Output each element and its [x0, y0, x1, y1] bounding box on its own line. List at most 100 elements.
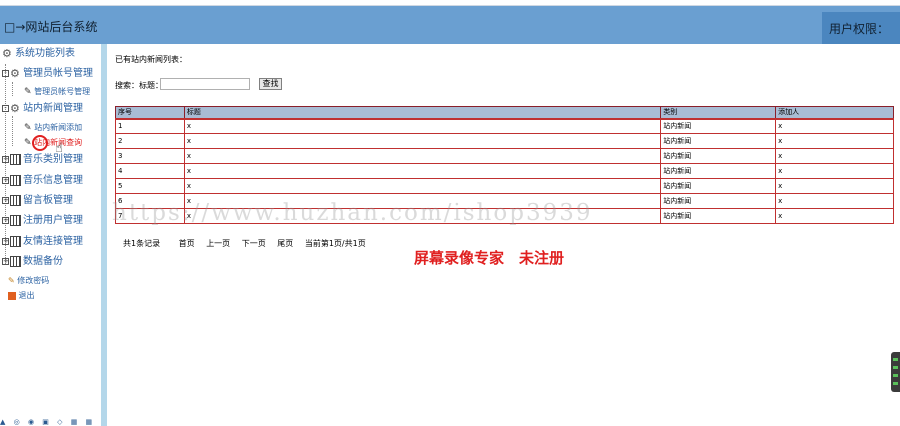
main-content: 已有站内新闻列表： 搜索：标题： 查找 序号 标题 类别 添加人 1 x 站内新…: [107, 44, 900, 426]
table-cell: 站内新闻: [660, 133, 777, 149]
table-row[interactable]: 5 x 站内新闻 x: [115, 178, 894, 194]
mouse-cursor-icon: ☝: [55, 141, 63, 156]
list-title: 已有站内新闻列表：: [115, 55, 187, 64]
calendar-icon: [10, 194, 21, 206]
search-input[interactable]: [160, 78, 250, 90]
table-row[interactable]: 3 x 站内新闻 x: [115, 148, 894, 164]
table-cell[interactable]: x: [183, 193, 662, 209]
sidebar-group-label: 管理员帐号管理: [23, 68, 94, 79]
tree-line: [12, 116, 13, 146]
recorder-registration-notice: 屏幕录像专家 未注册: [414, 249, 565, 267]
table-cell: 6: [115, 193, 185, 209]
indicator-icon: [893, 358, 898, 361]
sidebar-root: ⚙ 系统功能列表: [2, 44, 75, 60]
sidebar-group-music-info[interactable]: + 音乐信息管理: [2, 171, 83, 186]
table-cell[interactable]: x: [183, 208, 662, 224]
table-row[interactable]: 6 x 站内新闻 x: [115, 193, 894, 209]
column-header: 添加人: [775, 106, 894, 119]
sidebar-group-label: 友情连接管理: [23, 236, 83, 247]
sidebar-group-label: 留言板管理: [23, 195, 73, 206]
column-header: 标题: [183, 106, 662, 119]
table-cell: 站内新闻: [660, 148, 777, 164]
table-cell: 站内新闻: [660, 178, 777, 194]
search-label: 搜索：标题：: [115, 81, 163, 90]
table-cell: x: [775, 193, 894, 209]
table-cell[interactable]: x: [183, 148, 662, 164]
key-icon: ✎: [8, 276, 15, 285]
gear-icon: ⚙: [2, 46, 12, 60]
expand-toggle-icon[interactable]: +: [2, 196, 9, 204]
table-cell: 站内新闻: [660, 163, 777, 179]
pager-prev-link[interactable]: 上一页: [206, 239, 230, 248]
table-row[interactable]: 7 x 站内新闻 x: [115, 208, 894, 224]
sidebar-group-label: 音乐信息管理: [23, 175, 83, 186]
pagination: 共1条记录 首页 上一页 下一页 尾页 当前第1页/共1页: [123, 238, 375, 249]
sidebar-group-label: 注册用户管理: [23, 215, 83, 226]
table-cell[interactable]: x: [183, 133, 662, 149]
sidebar-group-users[interactable]: + 注册用户管理: [2, 211, 83, 226]
table-cell[interactable]: x: [183, 117, 662, 134]
sidebar-group-label: 音乐类别管理: [23, 154, 83, 165]
sidebar-group-label: 数据备份: [23, 256, 63, 267]
collapse-toggle-icon[interactable]: -: [2, 69, 9, 77]
table-header-row: 序号 标题 类别 添加人: [115, 106, 894, 119]
permission-label: 用户权限：: [829, 22, 890, 36]
expand-toggle-icon[interactable]: +: [2, 216, 9, 224]
sidebar: ⚙ 系统功能列表 - ⚙ 管理员帐号管理 ✎ 管理员帐号管理 - ⚙ 站内新闻管理 …: [0, 44, 101, 426]
table-cell: x: [775, 148, 894, 164]
table-row[interactable]: 1 x 站内新闻 x: [115, 117, 894, 134]
pencil-icon: ✎: [24, 137, 32, 148]
column-header: 序号: [115, 106, 185, 119]
sidebar-item-logout[interactable]: 退出: [8, 290, 35, 301]
sidebar-item-label: 管理员帐号管理: [34, 87, 91, 96]
table-cell: x: [775, 178, 894, 194]
logout-icon: [8, 291, 16, 300]
table-cell: 站内新闻: [660, 193, 777, 209]
app-header: □→网站后台系统 用户权限：: [0, 6, 900, 44]
calendar-icon: [10, 235, 21, 247]
recorder-side-widget[interactable]: [891, 352, 900, 392]
sidebar-group-admin[interactable]: - ⚙ 管理员帐号管理: [2, 64, 93, 80]
sidebar-group-backup[interactable]: + 数据备份: [2, 252, 63, 267]
sidebar-item-label: 退出: [18, 291, 35, 300]
tree-line: [12, 82, 13, 96]
sidebar-item-news-add[interactable]: ✎ 站内新闻添加: [24, 122, 82, 133]
table-cell: 5: [115, 178, 185, 194]
taskbar-icons: ▲ ◎ ◉ ▣ ◇ ▦ ▦: [0, 418, 96, 426]
calendar-icon: [10, 174, 21, 186]
table-row[interactable]: 2 x 站内新闻 x: [115, 133, 894, 149]
table-cell: 7: [115, 208, 185, 224]
permission-panel: 用户权限：: [822, 12, 900, 44]
collapse-toggle-icon[interactable]: -: [2, 104, 9, 112]
pager-first-link[interactable]: 首页: [179, 239, 195, 248]
search-button[interactable]: 查找: [259, 78, 282, 90]
calendar-icon: [10, 214, 21, 226]
sidebar-group-news[interactable]: - ⚙ 站内新闻管理: [2, 99, 83, 115]
sidebar-group-label: 站内新闻管理: [23, 103, 84, 114]
sidebar-group-music-category[interactable]: + 音乐类别管理: [2, 150, 83, 165]
table-cell: 2: [115, 133, 185, 149]
expand-toggle-icon[interactable]: +: [2, 237, 9, 245]
table-cell: 3: [115, 148, 185, 164]
table-cell: 站内新闻: [660, 117, 777, 134]
indicator-icon: [893, 366, 898, 369]
pencil-icon: ✎: [24, 86, 32, 97]
table-cell: 4: [115, 163, 185, 179]
table-cell[interactable]: x: [183, 178, 662, 194]
table-cell[interactable]: x: [183, 163, 662, 179]
table-cell: x: [775, 117, 894, 134]
sidebar-item-admin-accounts[interactable]: ✎ 管理员帐号管理: [24, 86, 90, 97]
sidebar-group-links[interactable]: + 友情连接管理: [2, 232, 83, 247]
expand-toggle-icon[interactable]: +: [2, 257, 9, 265]
indicator-icon: [893, 382, 898, 385]
pencil-icon: ✎: [24, 122, 32, 133]
table-row[interactable]: 4 x 站内新闻 x: [115, 163, 894, 179]
sidebar-group-guestbook[interactable]: + 留言板管理: [2, 191, 73, 206]
sidebar-item-change-password[interactable]: ✎ 修改密码: [8, 275, 49, 286]
expand-toggle-icon[interactable]: +: [2, 155, 9, 163]
expand-toggle-icon[interactable]: +: [2, 176, 9, 184]
table-cell: x: [775, 208, 894, 224]
pager-next-link[interactable]: 下一页: [242, 239, 266, 248]
calendar-icon: [10, 255, 21, 267]
pager-last-link[interactable]: 尾页: [277, 239, 293, 248]
